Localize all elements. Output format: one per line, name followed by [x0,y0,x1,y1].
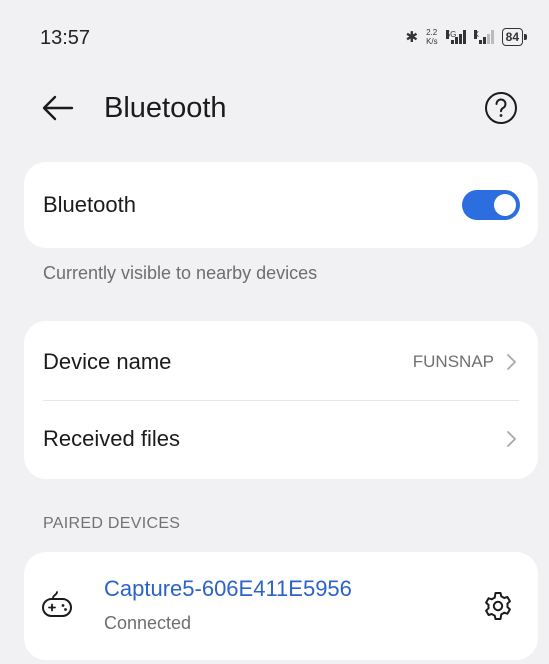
paired-devices-header: PAIRED DEVICES [43,515,181,532]
device-name-row[interactable]: Device name FUNSNAP [24,323,538,401]
chevron-right-icon [507,354,516,370]
device-name-value: FUNSNAP [412,352,494,371]
received-files-label: Received files [43,426,180,451]
status-bar: 13:57 ✱ 2.2 K/s 5G X 84 [0,0,549,80]
bluetooth-row[interactable]: Bluetooth [24,166,538,244]
status-time: 13:57 [40,27,91,49]
info-card: Device name FUNSNAP Received files [24,321,538,479]
device-name-label: Device name [43,349,172,374]
signal-icon: 5G [445,30,466,44]
header: Bluetooth [0,80,549,136]
paired-device-card[interactable]: Capture5-606E411E5956 Connected [24,552,538,660]
gear-icon[interactable] [482,590,514,622]
paired-device-name: Capture5-606E411E5956 [104,576,352,601]
status-icons: ✱ 2.2 K/s 5G X 84 [405,26,528,48]
back-arrow-icon[interactable] [38,90,78,126]
bluetooth-card: Bluetooth [24,162,538,248]
received-files-row[interactable]: Received files [24,400,538,478]
help-icon[interactable] [483,90,519,126]
battery-icon: 84 [501,28,528,46]
chevron-right-icon [507,431,516,447]
bluetooth-toggle[interactable] [462,190,520,220]
bluetooth-label: Bluetooth [43,192,136,217]
toggle-knob [494,194,516,216]
page-title: Bluetooth [104,92,227,124]
paired-device-status: Connected [104,613,192,633]
visibility-hint: Currently visible to nearby devices [43,263,318,283]
signal-icon-sim2: X [473,30,494,44]
bluetooth-icon: ✱ [405,29,419,46]
gamepad-icon [42,591,72,617]
network-speed: 2.2 K/s [426,28,438,46]
